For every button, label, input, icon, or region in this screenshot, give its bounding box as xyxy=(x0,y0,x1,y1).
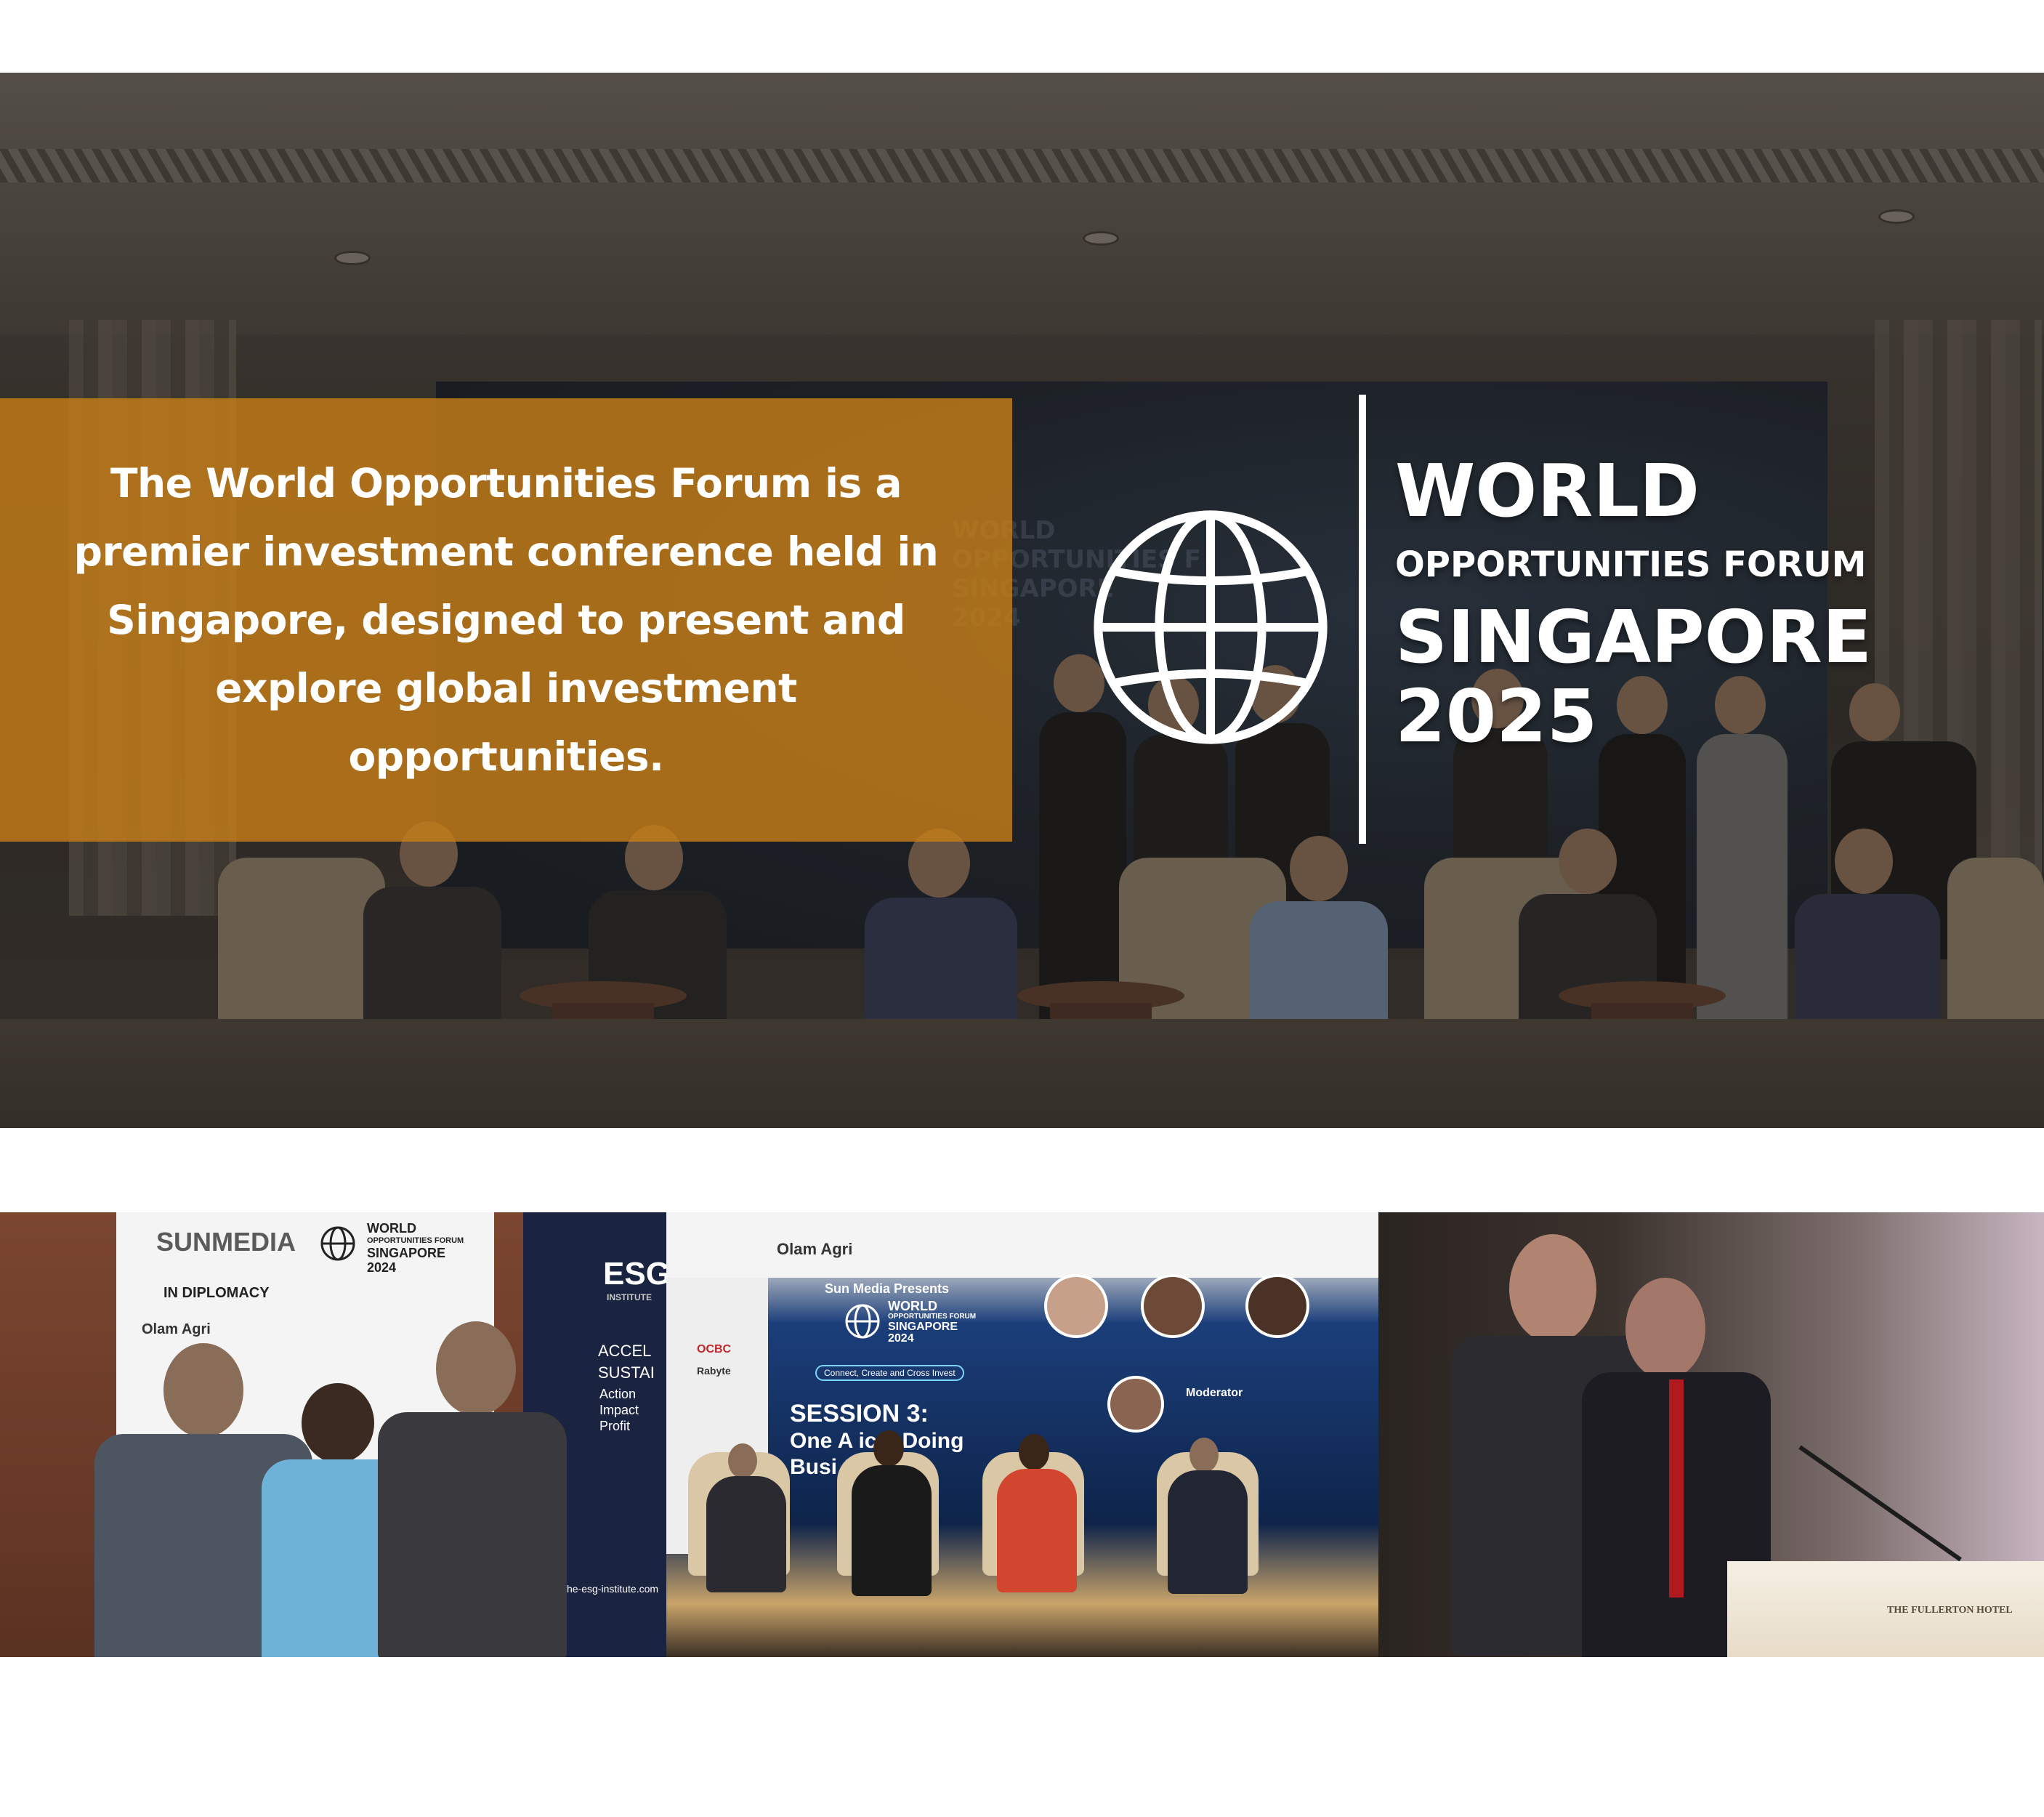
forum-title: WORLD OPPORTUNITIES FORUM SINGAPORE 2025 xyxy=(1395,451,1872,756)
speaker-portrait xyxy=(1107,1376,1164,1433)
backdrop-forum-line: OPPORTUNITIES FORUM xyxy=(367,1236,464,1245)
description-box: The World Opportunities Forum is a premi… xyxy=(0,398,1012,842)
photo-panel-session: Olam Agri OCBC Rabyte Sun Media Presents… xyxy=(666,1212,1378,1657)
red-tie xyxy=(1669,1379,1684,1598)
title-singapore: SINGAPORE xyxy=(1395,595,1873,680)
podium-label: THE FULLERTON HOTEL xyxy=(1887,1605,2013,1616)
esg-url: he-esg-institute.com xyxy=(567,1583,659,1595)
screen-forum-line: 2024 xyxy=(888,1332,914,1345)
page: WORLD OPPORTUNITIES F SINGAPORE 2024 xyxy=(0,0,2044,1817)
title-opportunities-forum: OPPORTUNITIES FORUM xyxy=(1395,544,1867,585)
globe-icon xyxy=(1094,510,1328,744)
backdrop-sponsor: Olam Agri xyxy=(142,1321,211,1337)
esg-line: Impact xyxy=(599,1403,639,1417)
esg-line: SUSTAI xyxy=(598,1363,655,1382)
screen-forum-line: SINGAPORE xyxy=(888,1321,958,1333)
screen-moderator: Moderator xyxy=(1186,1387,1243,1399)
backdrop-brand-sub: IN DIPLOMACY xyxy=(163,1285,270,1301)
backdrop-forum-title: WORLD OPPORTUNITIES FORUM SINGAPORE 2024 xyxy=(367,1221,464,1275)
title-world: WORLD xyxy=(1395,448,1700,533)
sponsor-rabyte: Rabyte xyxy=(697,1365,731,1377)
screen-sponsor: Olam Agri xyxy=(777,1240,853,1258)
photo-podium-speech: THE FULLERTON HOTEL xyxy=(1378,1212,2044,1657)
backdrop-forum-line: 2024 xyxy=(367,1260,397,1275)
hero-banner: WORLD OPPORTUNITIES F SINGAPORE 2024 xyxy=(0,73,2044,1128)
screen-forum-line: WORLD xyxy=(888,1299,937,1313)
esg-line: Profit xyxy=(599,1419,631,1433)
backdrop-forum-line: SINGAPORE xyxy=(367,1246,446,1260)
title-divider xyxy=(1359,395,1366,844)
microphone xyxy=(1798,1445,1962,1562)
esg-logo-sub: INSTITUTE xyxy=(607,1292,652,1302)
esg-logo: ESG xyxy=(603,1256,666,1292)
speaker-portrait xyxy=(1141,1274,1205,1338)
backdrop-brand: SUNMEDIA xyxy=(156,1227,296,1257)
globe-icon xyxy=(845,1304,880,1339)
esg-line: ACCEL xyxy=(598,1342,652,1360)
sponsor-strip xyxy=(666,1212,1378,1278)
globe-icon xyxy=(320,1226,355,1261)
title-year: 2025 xyxy=(1395,674,1598,759)
esg-line: Action xyxy=(599,1387,637,1401)
speaker-portrait xyxy=(1044,1274,1108,1338)
screen-session: SESSION 3: xyxy=(790,1400,929,1427)
screen-tagline: Connect, Create and Cross Invest xyxy=(815,1365,964,1381)
sponsor-ocbc: OCBC xyxy=(697,1343,732,1355)
screen-forum-title: WORLD OPPORTUNITIES FORUM SINGAPORE 2024 xyxy=(888,1300,976,1345)
screen-presents: Sun Media Presents xyxy=(825,1281,950,1296)
speaker-portrait xyxy=(1245,1274,1309,1338)
photo-handshake: SUNMEDIA IN DIPLOMACY WORLD OPPORTUNITIE… xyxy=(0,1212,666,1657)
forum-description: The World Opportunities Forum is a premi… xyxy=(73,460,939,780)
backdrop-forum-line: WORLD xyxy=(367,1221,416,1236)
